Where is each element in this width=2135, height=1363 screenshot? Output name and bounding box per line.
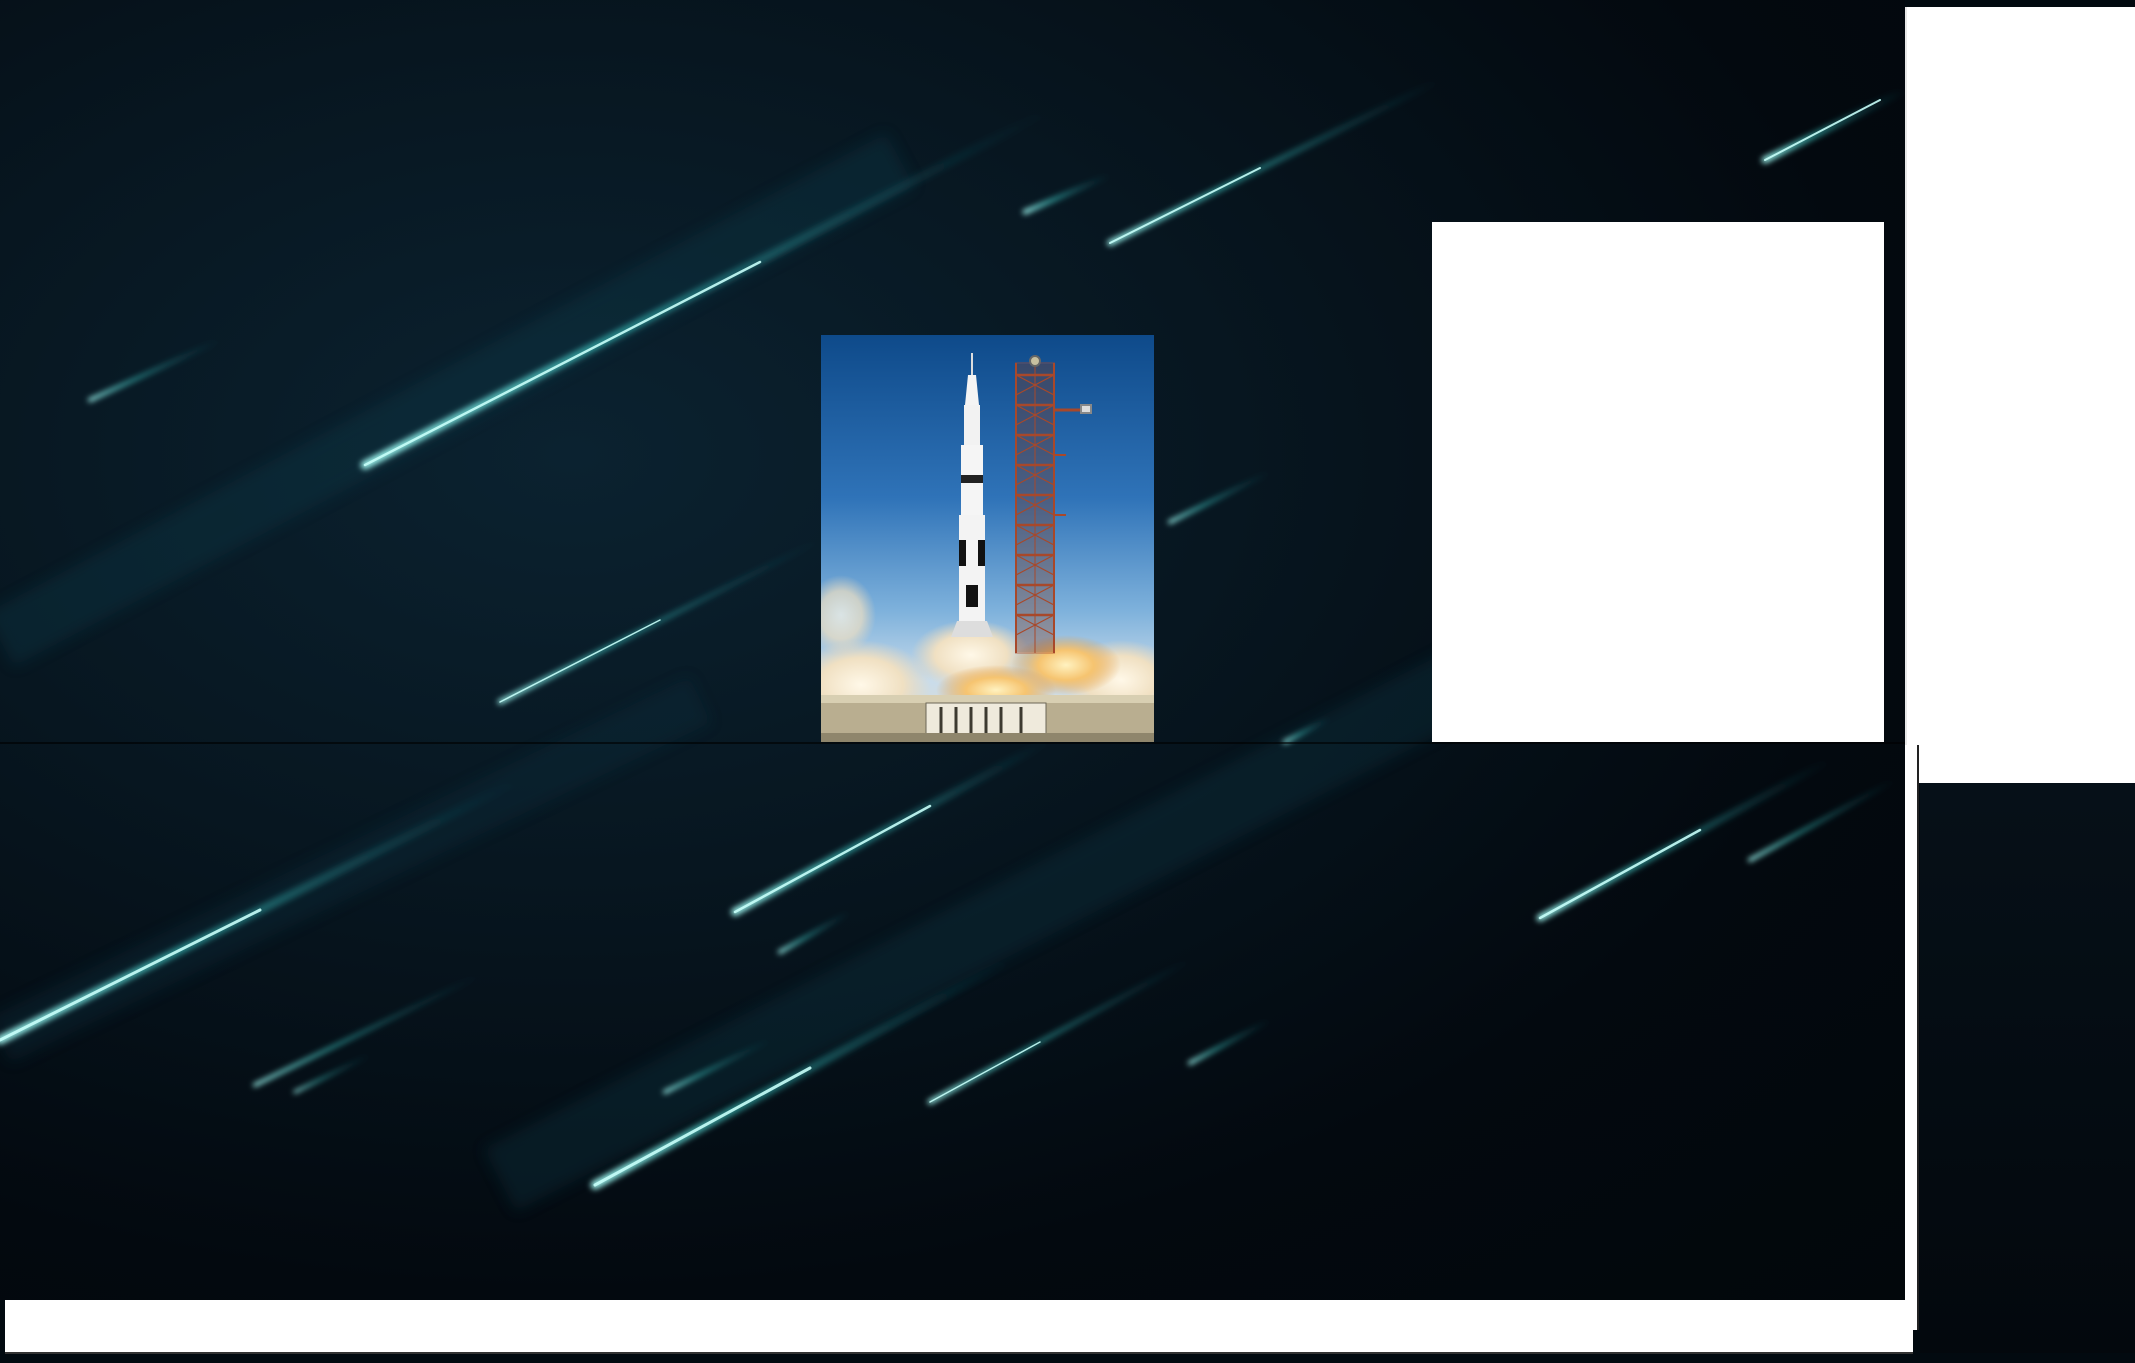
canvas	[0, 0, 2135, 1363]
tile-seam	[0, 742, 1905, 744]
rocket-launch-image	[821, 335, 1154, 742]
blank-panel-top-right	[1905, 7, 2135, 783]
blank-panel-middle	[1432, 222, 1884, 742]
blank-panel-vertical-strip	[1905, 745, 1919, 1330]
space-background-right	[1920, 783, 2135, 1353]
blank-panel-bottom	[5, 1300, 1913, 1354]
launch-pad	[821, 695, 1154, 742]
